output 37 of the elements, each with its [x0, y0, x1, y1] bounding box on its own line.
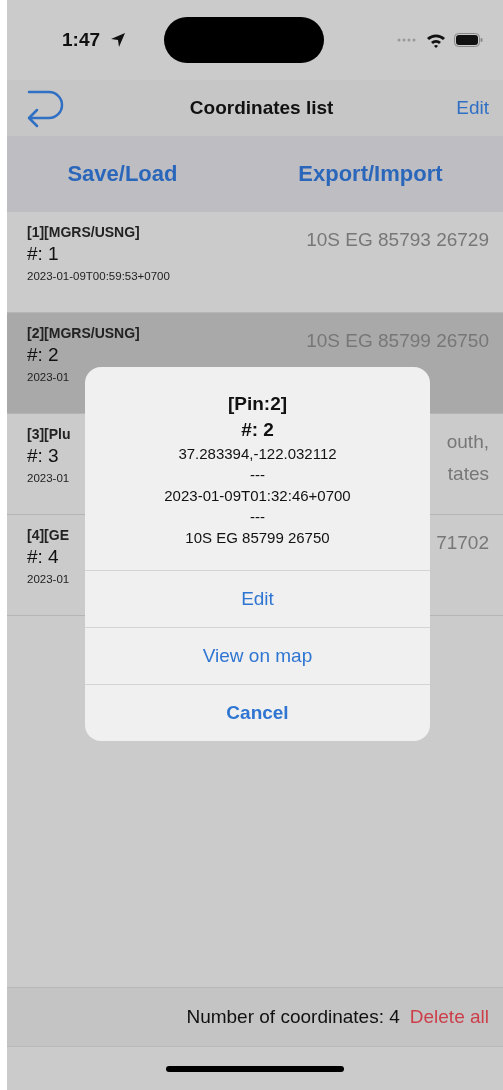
alert-title: [Pin:2] [227, 393, 288, 415]
row-number: #: 4 [27, 546, 60, 568]
row-tag: [4][GE [27, 527, 70, 543]
signal-icon [396, 37, 418, 43]
row-coordinate: tates [447, 462, 489, 486]
delete-all-link[interactable]: Delete all [409, 1006, 489, 1028]
row-date: 2023-01 [27, 573, 70, 585]
toolbar-link[interactable]: Save/Load [67, 161, 178, 187]
alert-number: #: 2 [241, 419, 274, 441]
battery-icon [454, 33, 483, 47]
coordinate-count: Number of coordinates: 4 [186, 1006, 400, 1028]
row-coordinate: 71702 [436, 531, 489, 555]
alert-line: 10S EG 85799 26750 [185, 529, 330, 546]
edit-link[interactable]: Edit [456, 97, 489, 119]
alert-action-button[interactable]: Edit [85, 570, 430, 627]
status-time: 1:47 [62, 29, 101, 51]
row-number: #: 1 [27, 243, 60, 265]
row-tag: [1][MGRS/USNG] [27, 224, 170, 240]
alert-line: 37.283394,-122.032112 [178, 445, 337, 462]
row-tag: [3][Plu [27, 426, 71, 442]
toolbar-link[interactable]: Export/Import [298, 161, 443, 187]
nav-title: Coordinates list [188, 97, 335, 119]
location-arrow-icon [110, 32, 127, 48]
row-date: 2023-01 [27, 472, 71, 484]
row-coordinate: outh, [446, 430, 489, 454]
alert-line: 2023-01-09T01:32:46+0700 [164, 487, 351, 504]
wifi-icon [426, 32, 446, 48]
row-date: 2023-01 [27, 371, 71, 383]
alert-action-button[interactable]: Cancel [85, 684, 430, 741]
row-date: 2023-01-09T00:59:53+0700 [27, 270, 170, 282]
row-number: #: 3 [27, 445, 60, 467]
alert-action-button[interactable]: View on map [85, 627, 430, 684]
row-coordinate: 10S EG 85793 26729 [306, 228, 489, 252]
row-tag: [2][MGRS/USNG] [27, 325, 140, 341]
alert-line: --- [250, 466, 265, 483]
row-number: #: 2 [27, 344, 60, 366]
alert-line: --- [250, 508, 265, 525]
